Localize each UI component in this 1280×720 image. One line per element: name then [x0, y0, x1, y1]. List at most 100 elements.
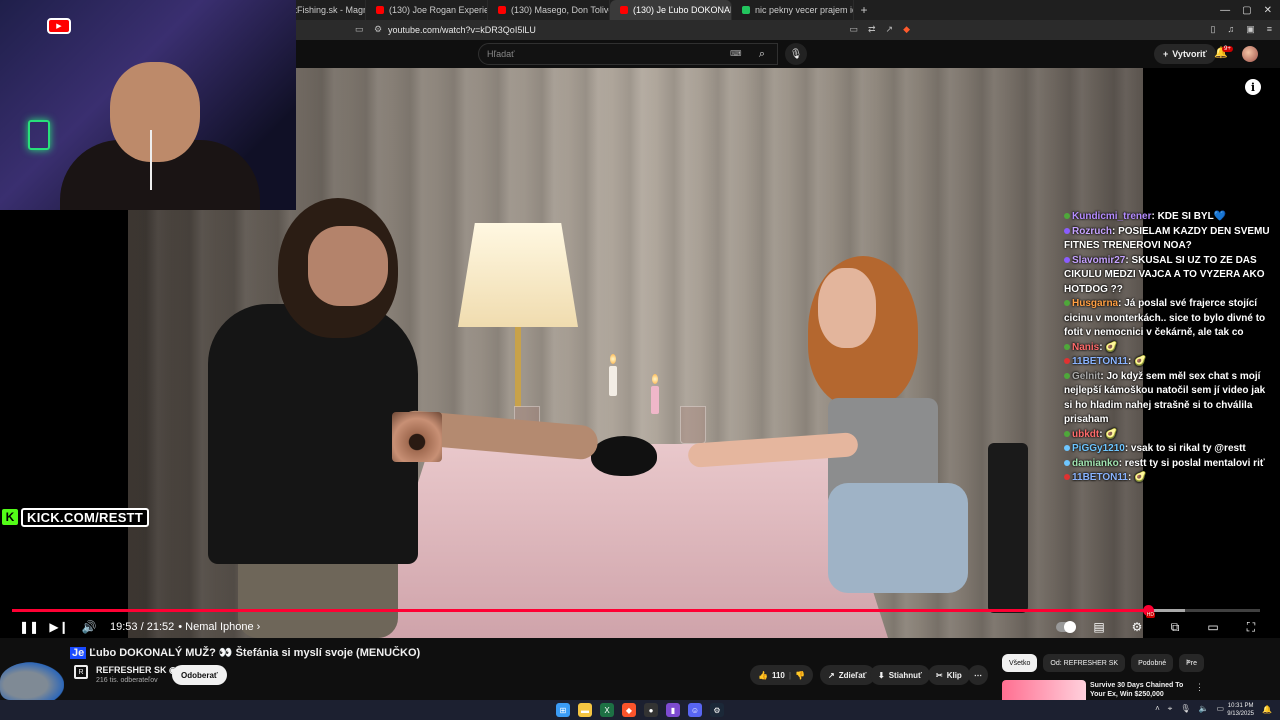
- browser-menu-icon[interactable]: ≡: [1267, 24, 1272, 35]
- obs-icon[interactable]: ●: [644, 703, 658, 717]
- like-button[interactable]: 👍 110 | 👎: [750, 665, 814, 685]
- chevron-up-icon[interactable]: ˄: [1155, 704, 1160, 714]
- browser-tab[interactable]: (130) Joe Rogan Experience #2374 -×: [366, 0, 488, 20]
- woman-skirt: [828, 483, 968, 593]
- filter-chip[interactable]: Všetko: [1002, 654, 1038, 672]
- chapter-title[interactable]: • Nemal Iphone ›: [178, 621, 260, 633]
- chat-message: ubkdt: 🥑: [1064, 428, 1272, 443]
- recommendation-thumbnail[interactable]: [1002, 680, 1086, 700]
- keyboard-icon[interactable]: ⌨: [730, 49, 742, 58]
- minimize-icon[interactable]: —: [1220, 5, 1230, 16]
- subscriber-count: 216 tis. odberateľov: [96, 677, 158, 684]
- translate-icon[interactable]: ⇄: [868, 24, 876, 35]
- next-button[interactable]: ▶❙: [44, 616, 74, 638]
- browser-tab[interactable]: nic pekny vecer prajem idem prec -×: [732, 0, 854, 20]
- subtitles-icon: ▤: [1093, 620, 1105, 634]
- filter-chip[interactable]: Pre: [1179, 654, 1205, 672]
- taskbar-clock[interactable]: 10:31 PM 9/13/2025: [1227, 702, 1254, 718]
- recommendation-menu-icon[interactable]: ⋮: [1195, 682, 1204, 693]
- brave-shield-icon[interactable]: ◆: [903, 24, 910, 35]
- new-tab-button[interactable]: +: [854, 3, 874, 17]
- volume-button[interactable]: 🔊: [74, 616, 104, 638]
- create-button[interactable]: + Vytvoriť: [1154, 44, 1216, 64]
- kick-url: KICK.COM/RESTT: [21, 507, 150, 527]
- miniplayer-button[interactable]: ⧉: [1160, 616, 1190, 638]
- download-button[interactable]: ⬇ Stiahnuť: [870, 665, 930, 685]
- recommendation-title[interactable]: Survive 30 Days Chained To Your Ex, Win …: [1090, 681, 1190, 699]
- info-icon[interactable]: i: [1245, 79, 1261, 95]
- account-avatar[interactable]: [1242, 46, 1258, 62]
- hd-badge: HD: [1145, 612, 1155, 618]
- bookmark-icon[interactable]: ▭: [355, 24, 364, 35]
- chat-text: 🥑: [1105, 341, 1118, 353]
- filter-chip[interactable]: Podobné: [1131, 654, 1174, 672]
- chat-message: Rozruch: POSIELAM KAZDY DEN SVEMU FITNES…: [1064, 225, 1272, 254]
- close-window-icon[interactable]: ✕: [1264, 5, 1272, 16]
- fullscreen-icon: ⛶: [1246, 619, 1256, 634]
- share-page-icon[interactable]: ↗: [886, 24, 894, 35]
- discord-icon[interactable]: ☺: [688, 703, 702, 717]
- clock-time: 10:31 PM: [1227, 703, 1254, 709]
- clock-date: 9/13/2025: [1227, 711, 1254, 717]
- mic-icon[interactable]: 🎙: [1180, 704, 1190, 714]
- subtitles-button[interactable]: ▤: [1084, 616, 1114, 638]
- like-count: 110: [771, 670, 785, 680]
- related-filter-chips: Všetko Od: REFRESHER SK Podobné Pre: [1002, 654, 1205, 672]
- sidebar-toggle-icon[interactable]: ▯: [1211, 24, 1216, 35]
- clip-button[interactable]: ✂ Klip: [928, 665, 970, 685]
- settings-button[interactable]: ⚙ HD: [1122, 612, 1155, 638]
- steam-icon[interactable]: ⚙: [710, 703, 724, 717]
- pause-icon: ❚❚: [18, 620, 40, 634]
- chevron-right-icon[interactable]: ›: [1186, 656, 1189, 667]
- brave-icon[interactable]: ◆: [622, 703, 636, 717]
- chat-message: Nanis: 🥑: [1064, 341, 1272, 356]
- theater-mode-button[interactable]: ▭: [1198, 616, 1228, 638]
- fullscreen-button[interactable]: ⛶: [1236, 616, 1266, 638]
- file-explorer-icon[interactable]: ▬: [578, 703, 592, 717]
- twitch-icon[interactable]: ▮: [666, 703, 680, 717]
- chat-badge-icon: [1064, 213, 1070, 220]
- tab-favicon-icon: [742, 6, 750, 14]
- location-icon[interactable]: ⌖: [1168, 704, 1173, 714]
- search-button[interactable]: ⌕: [748, 43, 776, 65]
- url-text[interactable]: youtube.com/watch?v=kDR3QoI5lLU: [388, 25, 536, 35]
- chat-message: Gelnit: Jo když sem měl sex chat s mojí …: [1064, 370, 1272, 428]
- progress-bar[interactable]: [12, 605, 1260, 616]
- wallet-icon[interactable]: ▣: [1246, 24, 1255, 35]
- filter-chip[interactable]: Od: REFRESHER SK: [1043, 654, 1126, 672]
- more-actions-button[interactable]: ⋯: [968, 665, 988, 685]
- site-info-icon[interactable]: ⚙: [374, 24, 382, 35]
- sound-icon[interactable]: 🔈: [1198, 704, 1208, 714]
- cast-icon[interactable]: ▭: [849, 24, 858, 35]
- share-label: Zdieľať: [838, 670, 867, 680]
- notification-center-icon[interactable]: 🔔: [1262, 705, 1272, 714]
- tab-label: nic pekny vecer prajem idem prec -: [755, 5, 853, 15]
- subscribe-button[interactable]: Odoberať: [172, 665, 227, 685]
- share-button[interactable]: ↗ Zdieľať: [820, 665, 875, 685]
- voice-search-button[interactable]: 🎙: [785, 43, 807, 65]
- candle-white: [609, 366, 617, 396]
- channel-name[interactable]: REFRESHER SK ◉: [96, 665, 177, 676]
- excel-icon[interactable]: X: [600, 703, 614, 717]
- maximize-icon[interactable]: ▢: [1242, 5, 1251, 16]
- video-title-text: Ľubo DOKONALÝ MUŽ? 👀 Štefánia si myslí s…: [86, 647, 421, 659]
- network-icon[interactable]: ▭: [1216, 704, 1224, 714]
- current-time: 19:53: [110, 621, 138, 633]
- browser-tab[interactable]: (130) Je Ľubo DOKONALÝ M...×: [610, 0, 732, 20]
- laughing-emote-overlay: [392, 412, 442, 462]
- screen: oard / Streamlabs×Bistro Malinovo×Magnet…: [0, 0, 1280, 720]
- autoplay-toggle[interactable]: [1056, 621, 1076, 633]
- like-divider: |: [788, 670, 792, 680]
- search-icon: ⌕: [758, 47, 766, 60]
- youtube-logo-icon: ▶: [47, 18, 71, 34]
- channel-avatar[interactable]: R: [74, 665, 88, 679]
- thumbs-down-icon[interactable]: 👎: [795, 671, 805, 680]
- pause-button[interactable]: ❚❚: [14, 616, 44, 638]
- music-icon[interactable]: ♫: [1227, 24, 1234, 35]
- system-tray: ˄ ⌖ 🎙 🔈 ▭: [1155, 704, 1224, 714]
- thumbs-up-icon: 👍: [758, 670, 768, 680]
- browser-tab[interactable]: (130) Masego, Don Toliver - Myster×: [488, 0, 610, 20]
- notifications-badge: 9+: [1222, 46, 1233, 52]
- chat-username: damianko: [1072, 457, 1119, 469]
- windows-start-icon[interactable]: ⊞: [556, 703, 570, 717]
